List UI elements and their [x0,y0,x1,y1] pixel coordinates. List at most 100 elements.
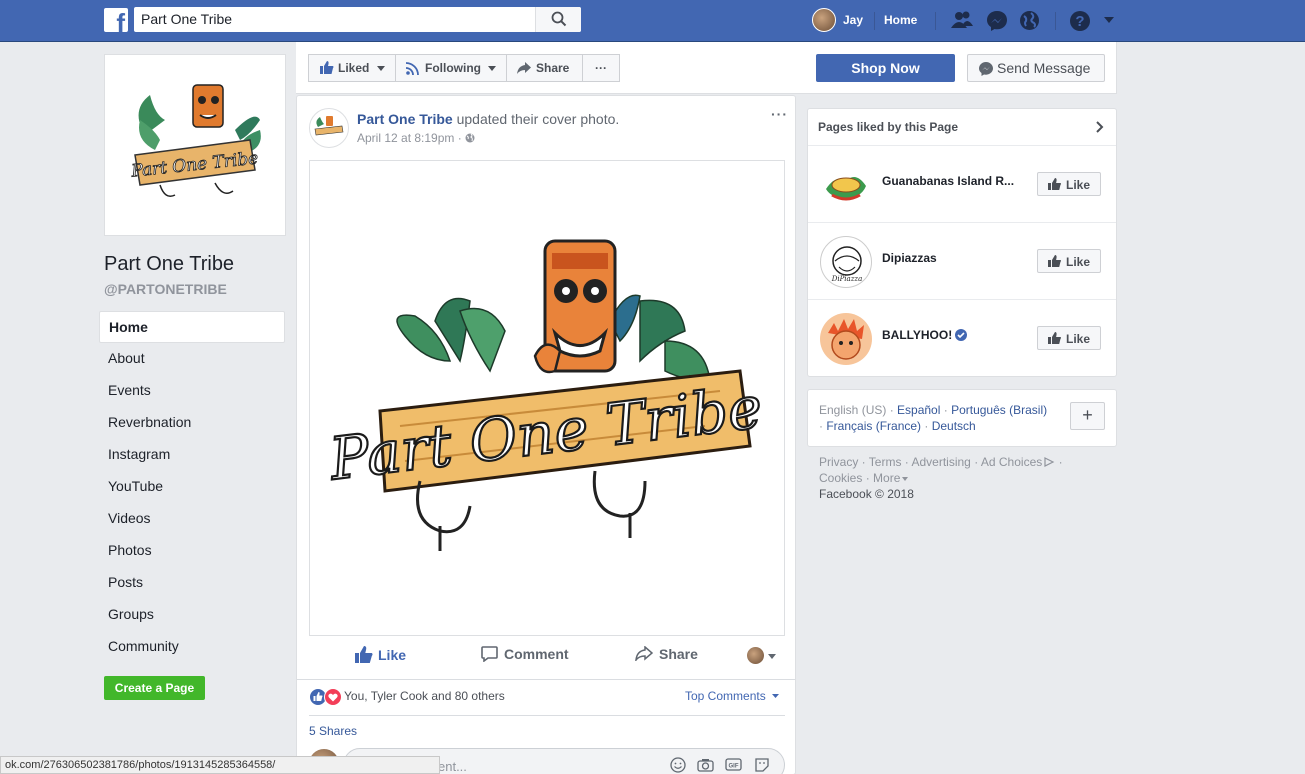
nav-item-videos[interactable]: Videos [99,503,285,535]
like-label: Like [1066,178,1091,192]
nav-item-instagram[interactable]: Instagram [99,439,285,471]
cover-photo-image[interactable]: Part One Tribe [309,160,785,636]
notifications-globe-icon[interactable] [1019,10,1040,31]
share-page-button[interactable]: Share [506,54,583,82]
following-label: Following [425,61,481,75]
send-message-label: Send Message [997,60,1091,76]
post-action-text: updated their cover photo. [452,111,620,127]
like-label: Like [1066,255,1091,269]
like-page-button[interactable]: Like [1037,172,1101,196]
like-page-button[interactable]: Like [1037,326,1101,350]
emoji-icon[interactable] [670,757,686,773]
footer-link-privacy[interactable]: Privacy [819,455,858,469]
search-bar [134,7,581,32]
liked-page-row: DiPiazza Dipiazzas Like [808,223,1116,300]
public-globe-icon [465,133,475,143]
nav-divider [874,12,875,30]
share-arrow-icon [517,62,531,74]
friend-requests-icon[interactable] [950,10,974,30]
home-link[interactable]: Home [884,13,917,27]
facebook-logo-icon[interactable]: f [104,8,128,32]
account-menu-chevron-icon[interactable] [1103,16,1115,24]
nav-item-about[interactable]: About [99,343,285,375]
camera-icon[interactable] [697,758,714,772]
liked-button[interactable]: Liked [308,54,396,82]
messenger-icon[interactable] [986,10,1008,32]
chevron-down-icon [377,66,385,71]
language-link-german[interactable]: Deutsch [932,419,976,433]
liked-label: Liked [338,61,370,75]
help-icon[interactable]: ? [1069,10,1091,32]
ballyhoo-logo [828,319,864,360]
liked-page-name[interactable]: Guanabanas Island R... [882,174,1014,188]
language-list: English (US) · Español · Português (Bras… [819,403,1048,433]
language-link-spanish[interactable]: Español [897,403,940,417]
shares-count-link[interactable]: 5 Shares [309,715,785,738]
nav-divider [935,12,936,30]
chevron-right-icon[interactable] [1096,121,1104,133]
like-label: Like [1066,332,1091,346]
page-profile-picture[interactable]: Part One Tribe [104,54,286,236]
share-post-button[interactable]: Share [634,645,698,663]
gif-icon[interactable]: GIF [725,758,742,771]
search-icon [551,11,567,27]
browser-status-url: ok.com/276306502381786/photos/1913145285… [0,756,440,774]
like-page-button[interactable]: Like [1037,249,1101,273]
thumbs-up-icon [355,646,373,663]
nav-item-events[interactable]: Events [99,375,285,407]
nav-item-groups[interactable]: Groups [99,599,285,631]
footer-link-ad-choices[interactable]: Ad Choices [981,455,1042,469]
footer-link-advertising[interactable]: Advertising [911,455,970,469]
language-link-french[interactable]: Français (France) [826,419,921,433]
nav-item-reverbnation[interactable]: Reverbnation [99,407,285,439]
sticker-icon[interactable] [754,757,770,773]
language-link-portuguese[interactable]: Português (Brasil) [951,403,1047,417]
following-button[interactable]: Following [395,54,507,82]
post-as-avatar[interactable] [747,647,764,664]
comment-label: Comment [504,646,569,662]
author-logo-thumbnail [314,116,344,136]
comment-bubble-icon [481,646,498,663]
footer-link-more[interactable]: More [873,471,900,485]
page-title[interactable]: Part One Tribe [104,253,234,276]
chevron-down-icon [902,477,909,481]
nav-item-youtube[interactable]: YouTube [99,471,285,503]
liked-page-avatar[interactable] [820,313,872,365]
nav-item-home[interactable]: Home [99,311,285,343]
page-handle[interactable]: @PARTONETRIBE [104,281,227,297]
post-timestamp[interactable]: April 12 at 8:19pm [357,131,454,145]
top-navigation-bar: f Jay Home ? [0,0,1305,42]
more-languages-button[interactable]: + [1070,402,1105,430]
post-author-avatar[interactable] [309,108,349,148]
liked-page-avatar[interactable]: DiPiazza [820,236,872,288]
shop-now-button[interactable]: Shop Now [816,54,955,82]
footer-link-terms[interactable]: Terms [869,455,902,469]
liked-page-name[interactable]: BALLYHOO! [882,328,968,342]
love-reaction-icon [324,688,342,706]
create-page-button[interactable]: Create a Page [104,676,205,700]
profile-link[interactable]: Jay [843,13,863,27]
nav-item-community[interactable]: Community [99,631,285,663]
search-button[interactable] [535,7,581,32]
post-author-link[interactable]: Part One Tribe [357,111,453,127]
top-comments-dropdown[interactable]: Top Comments [685,689,780,703]
pages-liked-header[interactable]: Pages liked by this Page [808,109,1116,146]
like-label: Like [378,647,407,663]
nav-item-photos[interactable]: Photos [99,535,285,567]
liked-page-avatar[interactable] [820,159,872,211]
user-avatar[interactable] [812,8,836,32]
chevron-down-icon[interactable] [768,654,776,659]
post-options-button[interactable]: ··· [771,106,788,122]
more-options-button[interactable]: ··· [582,54,620,82]
ad-choices-icon [1044,457,1055,467]
send-message-button[interactable]: Send Message [967,54,1105,82]
like-post-button[interactable]: Like [355,646,406,663]
svg-text:?: ? [1075,13,1084,30]
guanabanas-logo [826,177,866,201]
liked-page-name[interactable]: Dipiazzas [882,251,937,265]
search-input[interactable] [141,11,531,27]
comment-post-button[interactable]: Comment [481,646,569,663]
nav-item-posts[interactable]: Posts [99,567,285,599]
reactions-text[interactable]: You, Tyler Cook and 80 others [344,689,505,703]
footer-link-cookies[interactable]: Cookies [819,471,862,485]
